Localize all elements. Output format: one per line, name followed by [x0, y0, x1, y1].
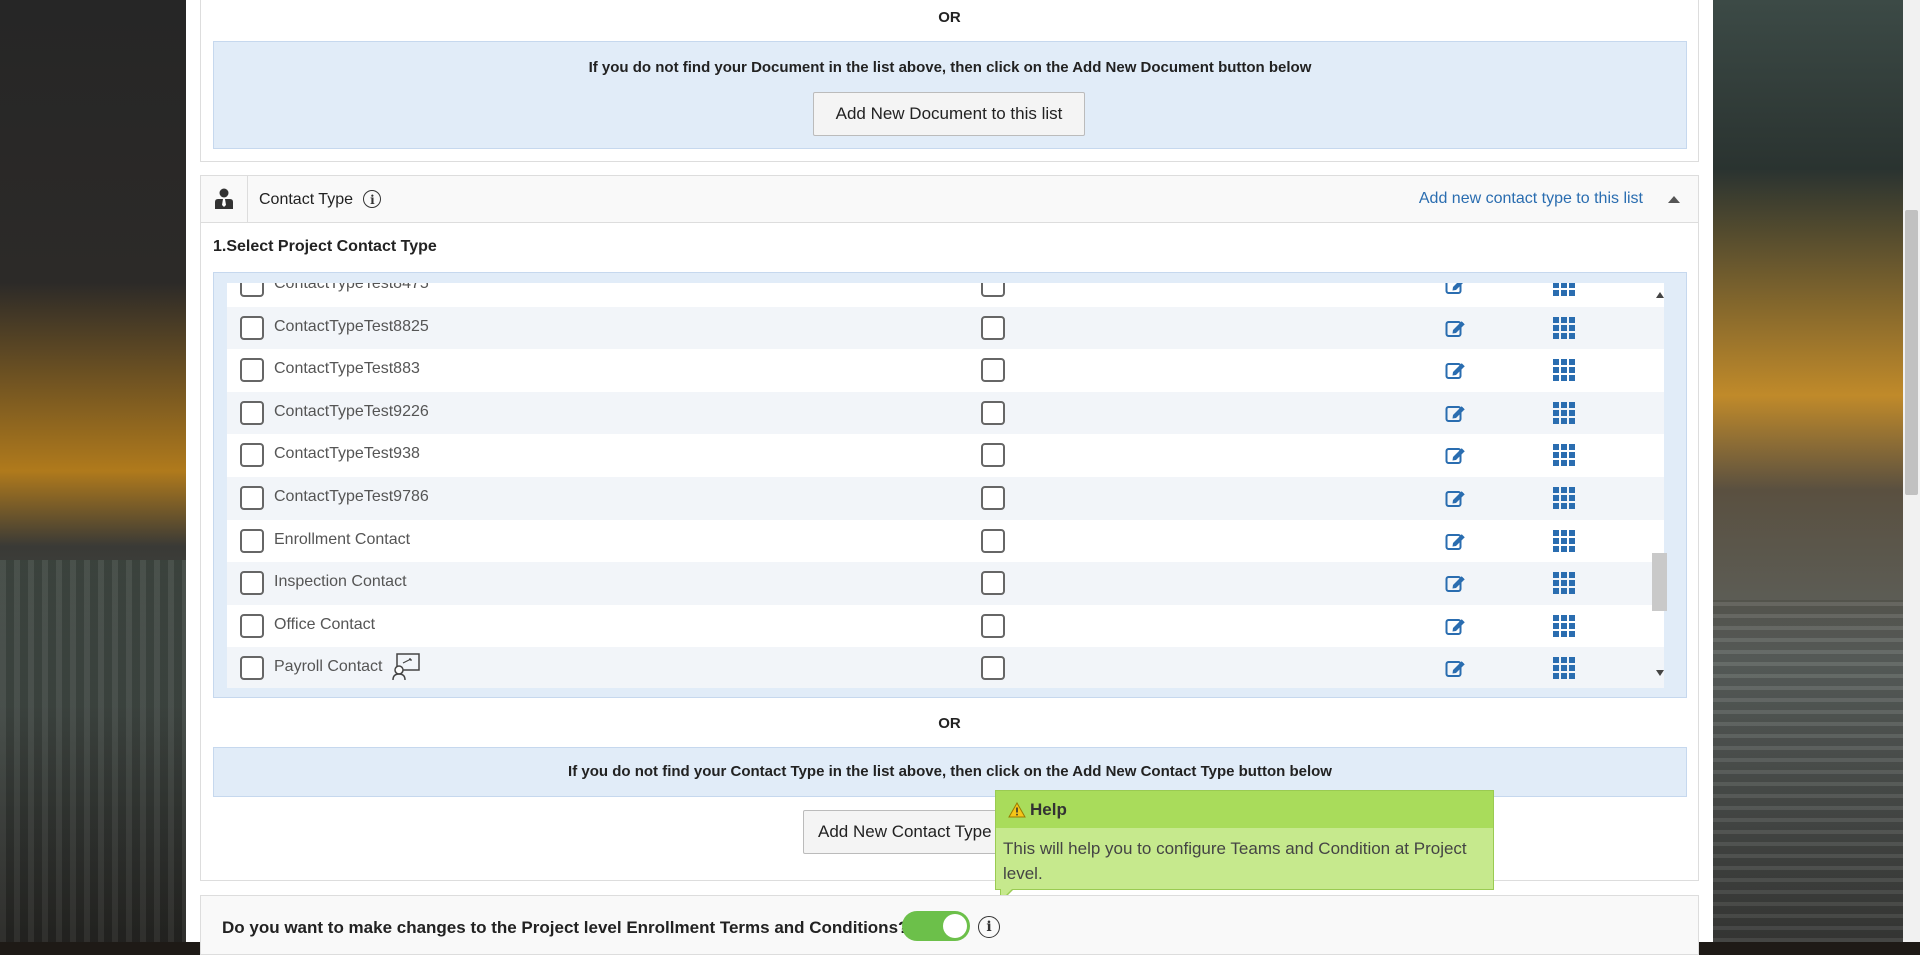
- select-checkbox[interactable]: [240, 400, 264, 425]
- grid-menu-icon[interactable]: [1552, 656, 1576, 680]
- grid-menu-icon[interactable]: [1552, 571, 1576, 595]
- contact-type-header[interactable]: Contact Type i Add new contact type to t…: [200, 175, 1699, 223]
- help-title: Help: [1030, 799, 1067, 819]
- select-checkbox[interactable]: [240, 486, 264, 510]
- edit-icon[interactable]: [1445, 403, 1467, 423]
- table-row: ContactTypeTest8825: [227, 306, 1664, 350]
- collapse-caret-icon[interactable]: [1668, 196, 1680, 203]
- add-new-contact-type-link[interactable]: Add new contact type to this list: [1419, 190, 1643, 208]
- contact-or-label: OR: [938, 715, 961, 732]
- contact-type-label: Payroll Contact: [274, 658, 383, 676]
- select-checkbox[interactable]: [240, 528, 264, 553]
- select-checkbox[interactable]: [240, 571, 264, 596]
- edit-icon[interactable]: [1445, 658, 1467, 678]
- list-scroll-down-icon[interactable]: [1656, 670, 1664, 676]
- select-checkbox[interactable]: [240, 283, 264, 297]
- help-popup: Help This will help you to configure Tea…: [995, 790, 1494, 890]
- list-scroll-up-icon[interactable]: [1656, 292, 1664, 298]
- select-checkbox[interactable]: [240, 315, 264, 340]
- contact-type-icon-cell: [201, 176, 248, 222]
- help-body: This will help you to configure Teams an…: [1003, 839, 1467, 883]
- background-left: [0, 0, 186, 942]
- page-scrollbar-thumb[interactable]: [1905, 210, 1918, 495]
- contact-type-label: Inspection Contact: [274, 573, 407, 591]
- terms-question: Do you want to make changes to the Proje…: [222, 918, 909, 937]
- edit-icon[interactable]: [1445, 318, 1467, 338]
- terms-info-icon[interactable]: i: [978, 916, 1000, 938]
- primary-checkbox[interactable]: [981, 571, 1005, 596]
- primary-checkbox[interactable]: [981, 528, 1005, 553]
- primary-checkbox[interactable]: [981, 443, 1005, 468]
- grid-menu-icon[interactable]: [1552, 358, 1576, 382]
- table-row: Inspection Contact: [227, 562, 1664, 605]
- primary-checkbox[interactable]: [981, 613, 1005, 638]
- contact-type-title-text: Contact Type: [259, 191, 353, 208]
- primary-checkbox[interactable]: [981, 283, 1005, 297]
- table-row: ContactTypeTest9786: [227, 477, 1664, 520]
- contact-type-label: ContactTypeTest8475: [274, 283, 429, 292]
- grid-menu-icon[interactable]: [1552, 401, 1576, 425]
- edit-icon[interactable]: [1445, 616, 1467, 636]
- select-checkbox[interactable]: [240, 358, 264, 383]
- primary-checkbox[interactable]: [981, 486, 1005, 510]
- contact-person-icon: [215, 188, 233, 209]
- document-or-label: OR: [938, 9, 961, 26]
- table-row: Enrollment Contact: [227, 520, 1664, 563]
- contact-type-label: ContactTypeTest9226: [274, 402, 429, 420]
- payroll-badge-icon: [392, 653, 420, 681]
- contact-type-list-box: ContactTypeTest8475 ContactTypeTest8825 Co…: [213, 272, 1687, 698]
- grid-menu-icon[interactable]: [1552, 529, 1576, 553]
- terms-toggle[interactable]: [902, 911, 970, 941]
- select-checkbox[interactable]: [240, 443, 264, 468]
- terms-toggle-knob: [943, 914, 967, 938]
- grid-menu-icon[interactable]: [1552, 614, 1576, 638]
- select-contact-type-label: 1.Select Project Contact Type: [213, 238, 437, 255]
- add-new-document-button[interactable]: Add New Document to this list: [813, 92, 1085, 136]
- edit-icon[interactable]: [1445, 360, 1467, 380]
- edit-icon[interactable]: [1445, 445, 1467, 465]
- contact-info-text: If you do not find your Contact Type in …: [568, 763, 1332, 780]
- contact-type-label: Office Contact: [274, 615, 376, 633]
- select-checkbox[interactable]: [240, 613, 264, 638]
- table-row: ContactTypeTest9226: [227, 391, 1664, 435]
- primary-checkbox[interactable]: [981, 656, 1005, 681]
- list-scrollbar-thumb[interactable]: [1652, 553, 1667, 611]
- table-row: ContactTypeTest938: [227, 434, 1664, 477]
- grid-menu-icon[interactable]: [1552, 486, 1576, 510]
- table-row: Office Contact: [227, 605, 1664, 648]
- contact-type-label: ContactTypeTest9786: [274, 488, 429, 505]
- primary-checkbox[interactable]: [981, 358, 1005, 383]
- primary-checkbox[interactable]: [981, 315, 1005, 340]
- contact-type-label: ContactTypeTest8825: [274, 317, 429, 335]
- grid-menu-icon[interactable]: [1552, 283, 1576, 297]
- info-icon[interactable]: i: [363, 190, 382, 208]
- select-checkbox[interactable]: [240, 656, 264, 681]
- table-row: ContactTypeTest883: [227, 349, 1664, 392]
- edit-icon[interactable]: [1445, 531, 1467, 551]
- grid-menu-icon[interactable]: [1552, 443, 1576, 467]
- contact-type-label: ContactTypeTest883: [274, 360, 420, 378]
- edit-icon[interactable]: [1445, 283, 1467, 295]
- edit-icon[interactable]: [1445, 488, 1467, 508]
- table-row: ContactTypeTest8475: [227, 283, 1664, 307]
- warning-icon: [1008, 801, 1026, 817]
- document-info-text: If you do not find your Document in the …: [588, 59, 1312, 76]
- grid-menu-icon[interactable]: [1552, 316, 1576, 340]
- help-header: Help: [996, 791, 1493, 828]
- contact-type-label: ContactTypeTest938: [274, 445, 420, 463]
- contact-type-title: Contact Type i: [259, 190, 382, 209]
- edit-icon[interactable]: [1445, 573, 1467, 593]
- primary-checkbox[interactable]: [981, 400, 1005, 425]
- contact-type-label: Enrollment Contact: [274, 530, 411, 548]
- contact-type-list[interactable]: ContactTypeTest8475 ContactTypeTest8825 Co…: [227, 283, 1664, 688]
- background-right: [1713, 0, 1903, 942]
- table-row: Payroll Contact: [227, 647, 1664, 688]
